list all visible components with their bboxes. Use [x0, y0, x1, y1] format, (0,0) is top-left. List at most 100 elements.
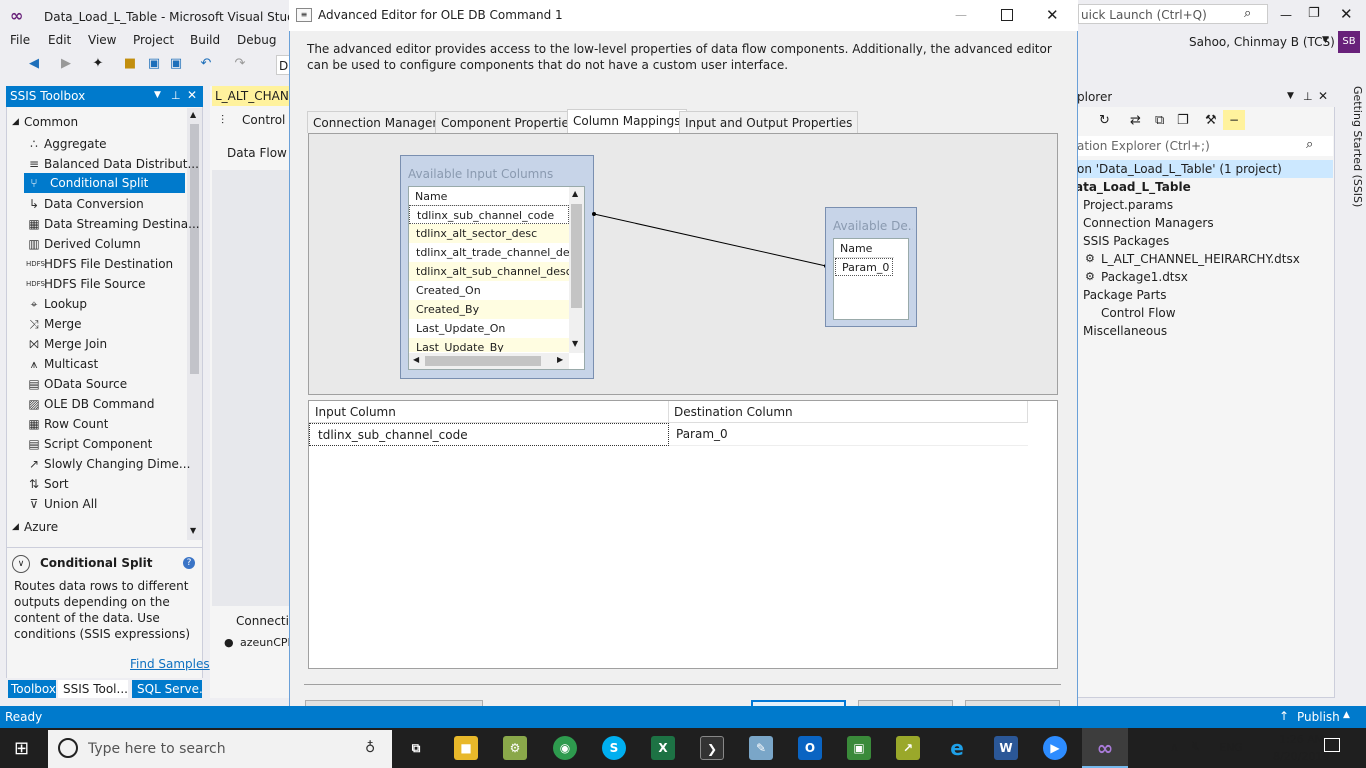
- grid-header-destination-column[interactable]: Destination Column: [669, 401, 1028, 423]
- input-column-item[interactable]: tdlinx_sub_channel_code: [409, 205, 569, 224]
- toolbox-item-data-streaming-destination[interactable]: ▦ Data Streaming Destina...: [18, 214, 199, 234]
- toolbox-item-merge[interactable]: ⤨ Merge: [18, 314, 186, 334]
- menu-build[interactable]: Build: [190, 33, 220, 47]
- tab-control-flow[interactable]: Control Fl: [242, 113, 290, 127]
- grid-cell-input-column[interactable]: tdlinx_sub_channel_code: [309, 423, 669, 446]
- project-node[interactable]: ata_Load_L_Table: [1075, 178, 1191, 196]
- expand-common-icon[interactable]: ◢: [12, 117, 19, 127]
- user-dropdown-icon[interactable]: ▼: [1322, 35, 1329, 45]
- toolbox-item-slowly-changing-dimension[interactable]: ↗ Slowly Changing Dime...: [18, 454, 190, 474]
- designer-tab[interactable]: L_ALT_CHANN: [212, 86, 290, 106]
- scroll-up-icon[interactable]: ▲: [572, 189, 578, 198]
- pin-icon[interactable]: ⊥: [1303, 90, 1313, 103]
- scroll-thumb[interactable]: [571, 204, 582, 308]
- input-column-item[interactable]: tdlinx_alt_trade_channel_desc: [409, 243, 569, 262]
- toolbox-item-merge-join[interactable]: ⨝ Merge Join: [18, 334, 186, 354]
- publish-arrow-icon[interactable]: ↑: [1279, 709, 1289, 723]
- minimize-icon[interactable]: —: [1280, 8, 1294, 22]
- toolbox-item-lookup[interactable]: ⌖ Lookup: [18, 294, 186, 314]
- switch-views-icon[interactable]: ⇄: [1130, 113, 1141, 128]
- input-column-item[interactable]: Created_By: [409, 300, 569, 319]
- visual-studio-active-task[interactable]: ∞: [1082, 728, 1128, 768]
- preview-icon[interactable]: −: [1223, 110, 1245, 130]
- grid-header-input-column[interactable]: Input Column: [309, 401, 669, 423]
- search-icon[interactable]: ⌕: [1244, 6, 1251, 21]
- panel-close-icon[interactable]: ✕: [1318, 89, 1328, 103]
- scroll-left-icon[interactable]: ◀: [413, 355, 419, 364]
- solex-search-input[interactable]: ation Explorer (Ctrl+;): [1075, 136, 1333, 156]
- scroll-up-icon[interactable]: ▲: [190, 110, 196, 119]
- undo-icon[interactable]: ↶: [198, 56, 214, 72]
- connection-item[interactable]: azeunCPM: [240, 636, 290, 649]
- expand-azure-icon[interactable]: ◢: [12, 522, 19, 532]
- search-icon[interactable]: ⌕: [1306, 137, 1313, 152]
- scroll-right-icon[interactable]: ▶: [557, 355, 563, 364]
- save-all-icon[interactable]: ▣: [168, 56, 184, 72]
- tools-app-icon[interactable]: ⚙: [503, 736, 527, 760]
- publish-menu-icon[interactable]: ▲: [1343, 710, 1350, 720]
- pin-icon[interactable]: ⊥: [171, 89, 181, 102]
- menu-file[interactable]: File: [10, 33, 30, 47]
- avatar[interactable]: SB: [1338, 31, 1360, 53]
- input-column-item[interactable]: Last_Update_By: [409, 338, 569, 352]
- back-icon[interactable]: ◀: [26, 56, 42, 72]
- tab-connection-managers[interactable]: Connection Managers: [307, 111, 450, 133]
- word-icon[interactable]: W: [994, 736, 1018, 760]
- menu-edit[interactable]: Edit: [48, 33, 71, 47]
- input-column-item[interactable]: tdlinx_alt_sector_desc: [409, 224, 569, 243]
- show-hidden-icons-icon[interactable]: ∧: [1170, 740, 1179, 754]
- input-list-vscrollbar[interactable]: ▲ ▼: [569, 187, 584, 353]
- excel-icon[interactable]: X: [651, 736, 675, 760]
- toolbox-item-script-component[interactable]: ▤ Script Component: [18, 434, 186, 454]
- tab-component-properties[interactable]: Component Properties: [435, 111, 582, 133]
- toolbox-item-ole-db-command[interactable]: ▨ OLE DB Command: [18, 394, 186, 414]
- menu-project[interactable]: Project: [133, 33, 174, 47]
- close-icon[interactable]: ✕: [1340, 5, 1353, 23]
- panel-dropdown-icon[interactable]: ▼: [1287, 91, 1294, 101]
- redo-icon[interactable]: ↷: [232, 56, 248, 72]
- toolbox-item-balanced-data-distributor[interactable]: ≡ Balanced Data Distribut...: [18, 154, 199, 174]
- collapse-all-icon[interactable]: ⧉: [1155, 113, 1164, 128]
- connection-managers-node[interactable]: Connection Managers: [1083, 214, 1214, 232]
- properties-icon[interactable]: ⚒: [1205, 113, 1217, 128]
- package-package1[interactable]: Package1.dtsx: [1101, 268, 1188, 286]
- group-azure[interactable]: Azure: [24, 520, 58, 534]
- tab-input-output-properties[interactable]: Input and Output Properties: [679, 111, 859, 133]
- dialog-minimize-icon[interactable]: —: [955, 8, 967, 22]
- destination-column-item[interactable]: Param_0: [835, 258, 893, 276]
- toolbox-item-odata-source[interactable]: ▤ OData Source: [18, 374, 186, 394]
- sync-icon[interactable]: ↻: [1099, 113, 1110, 128]
- help-icon[interactable]: ?: [183, 557, 195, 569]
- package-l-alt-channel[interactable]: L_ALT_CHANNEL_HEIRARCHY.dtsx: [1101, 250, 1300, 268]
- menu-view[interactable]: View: [88, 33, 116, 47]
- tab-column-mappings[interactable]: Column Mappings: [567, 109, 687, 134]
- collapse-description-icon[interactable]: ∨: [12, 555, 30, 573]
- toolbox-item-hdfs-file-source[interactable]: HDFS HDFS File Source: [18, 274, 186, 294]
- skype-icon[interactable]: S: [602, 736, 626, 760]
- toolbox-item-row-count[interactable]: ▦ Row Count: [18, 414, 186, 434]
- dialog-close-icon[interactable]: ✕: [1046, 6, 1059, 24]
- notepad-icon[interactable]: ✎: [749, 736, 773, 760]
- panel-dropdown-icon[interactable]: ▼: [154, 90, 161, 100]
- restore-icon[interactable]: ❐: [1308, 6, 1320, 21]
- outlook-icon[interactable]: O: [798, 736, 822, 760]
- toolbox-item-multicast[interactable]: ⩚ Multicast: [18, 354, 186, 374]
- microphone-icon[interactable]: ♁: [365, 740, 375, 756]
- forward-icon[interactable]: ▶: [58, 56, 74, 72]
- terminal-icon[interactable]: ❯: [700, 736, 724, 760]
- dialog-maximize-icon[interactable]: [1001, 9, 1013, 21]
- input-language[interactable]: ENG: [1219, 741, 1243, 754]
- solution-node[interactable]: on 'Data_Load_L_Table' (1 project): [1075, 160, 1333, 178]
- package-parts-node[interactable]: Package Parts: [1083, 286, 1167, 304]
- clock-time[interactable]: 1:26 AM: [1279, 733, 1324, 746]
- copy-icon[interactable]: ❐: [1177, 113, 1189, 128]
- publish-button[interactable]: Publish: [1297, 710, 1340, 724]
- internet-explorer-icon[interactable]: e: [945, 736, 969, 760]
- menu-debug[interactable]: Debug: [237, 33, 276, 47]
- project-app-icon[interactable]: ▣: [847, 736, 871, 760]
- find-samples-link[interactable]: Find Samples: [130, 657, 210, 671]
- scroll-down-icon[interactable]: ▼: [572, 339, 578, 348]
- chrome-icon[interactable]: ◉: [553, 736, 577, 760]
- notifications-icon[interactable]: [1324, 738, 1340, 752]
- quick-launch-input[interactable]: uick Launch (Ctrl+Q): [1078, 4, 1268, 24]
